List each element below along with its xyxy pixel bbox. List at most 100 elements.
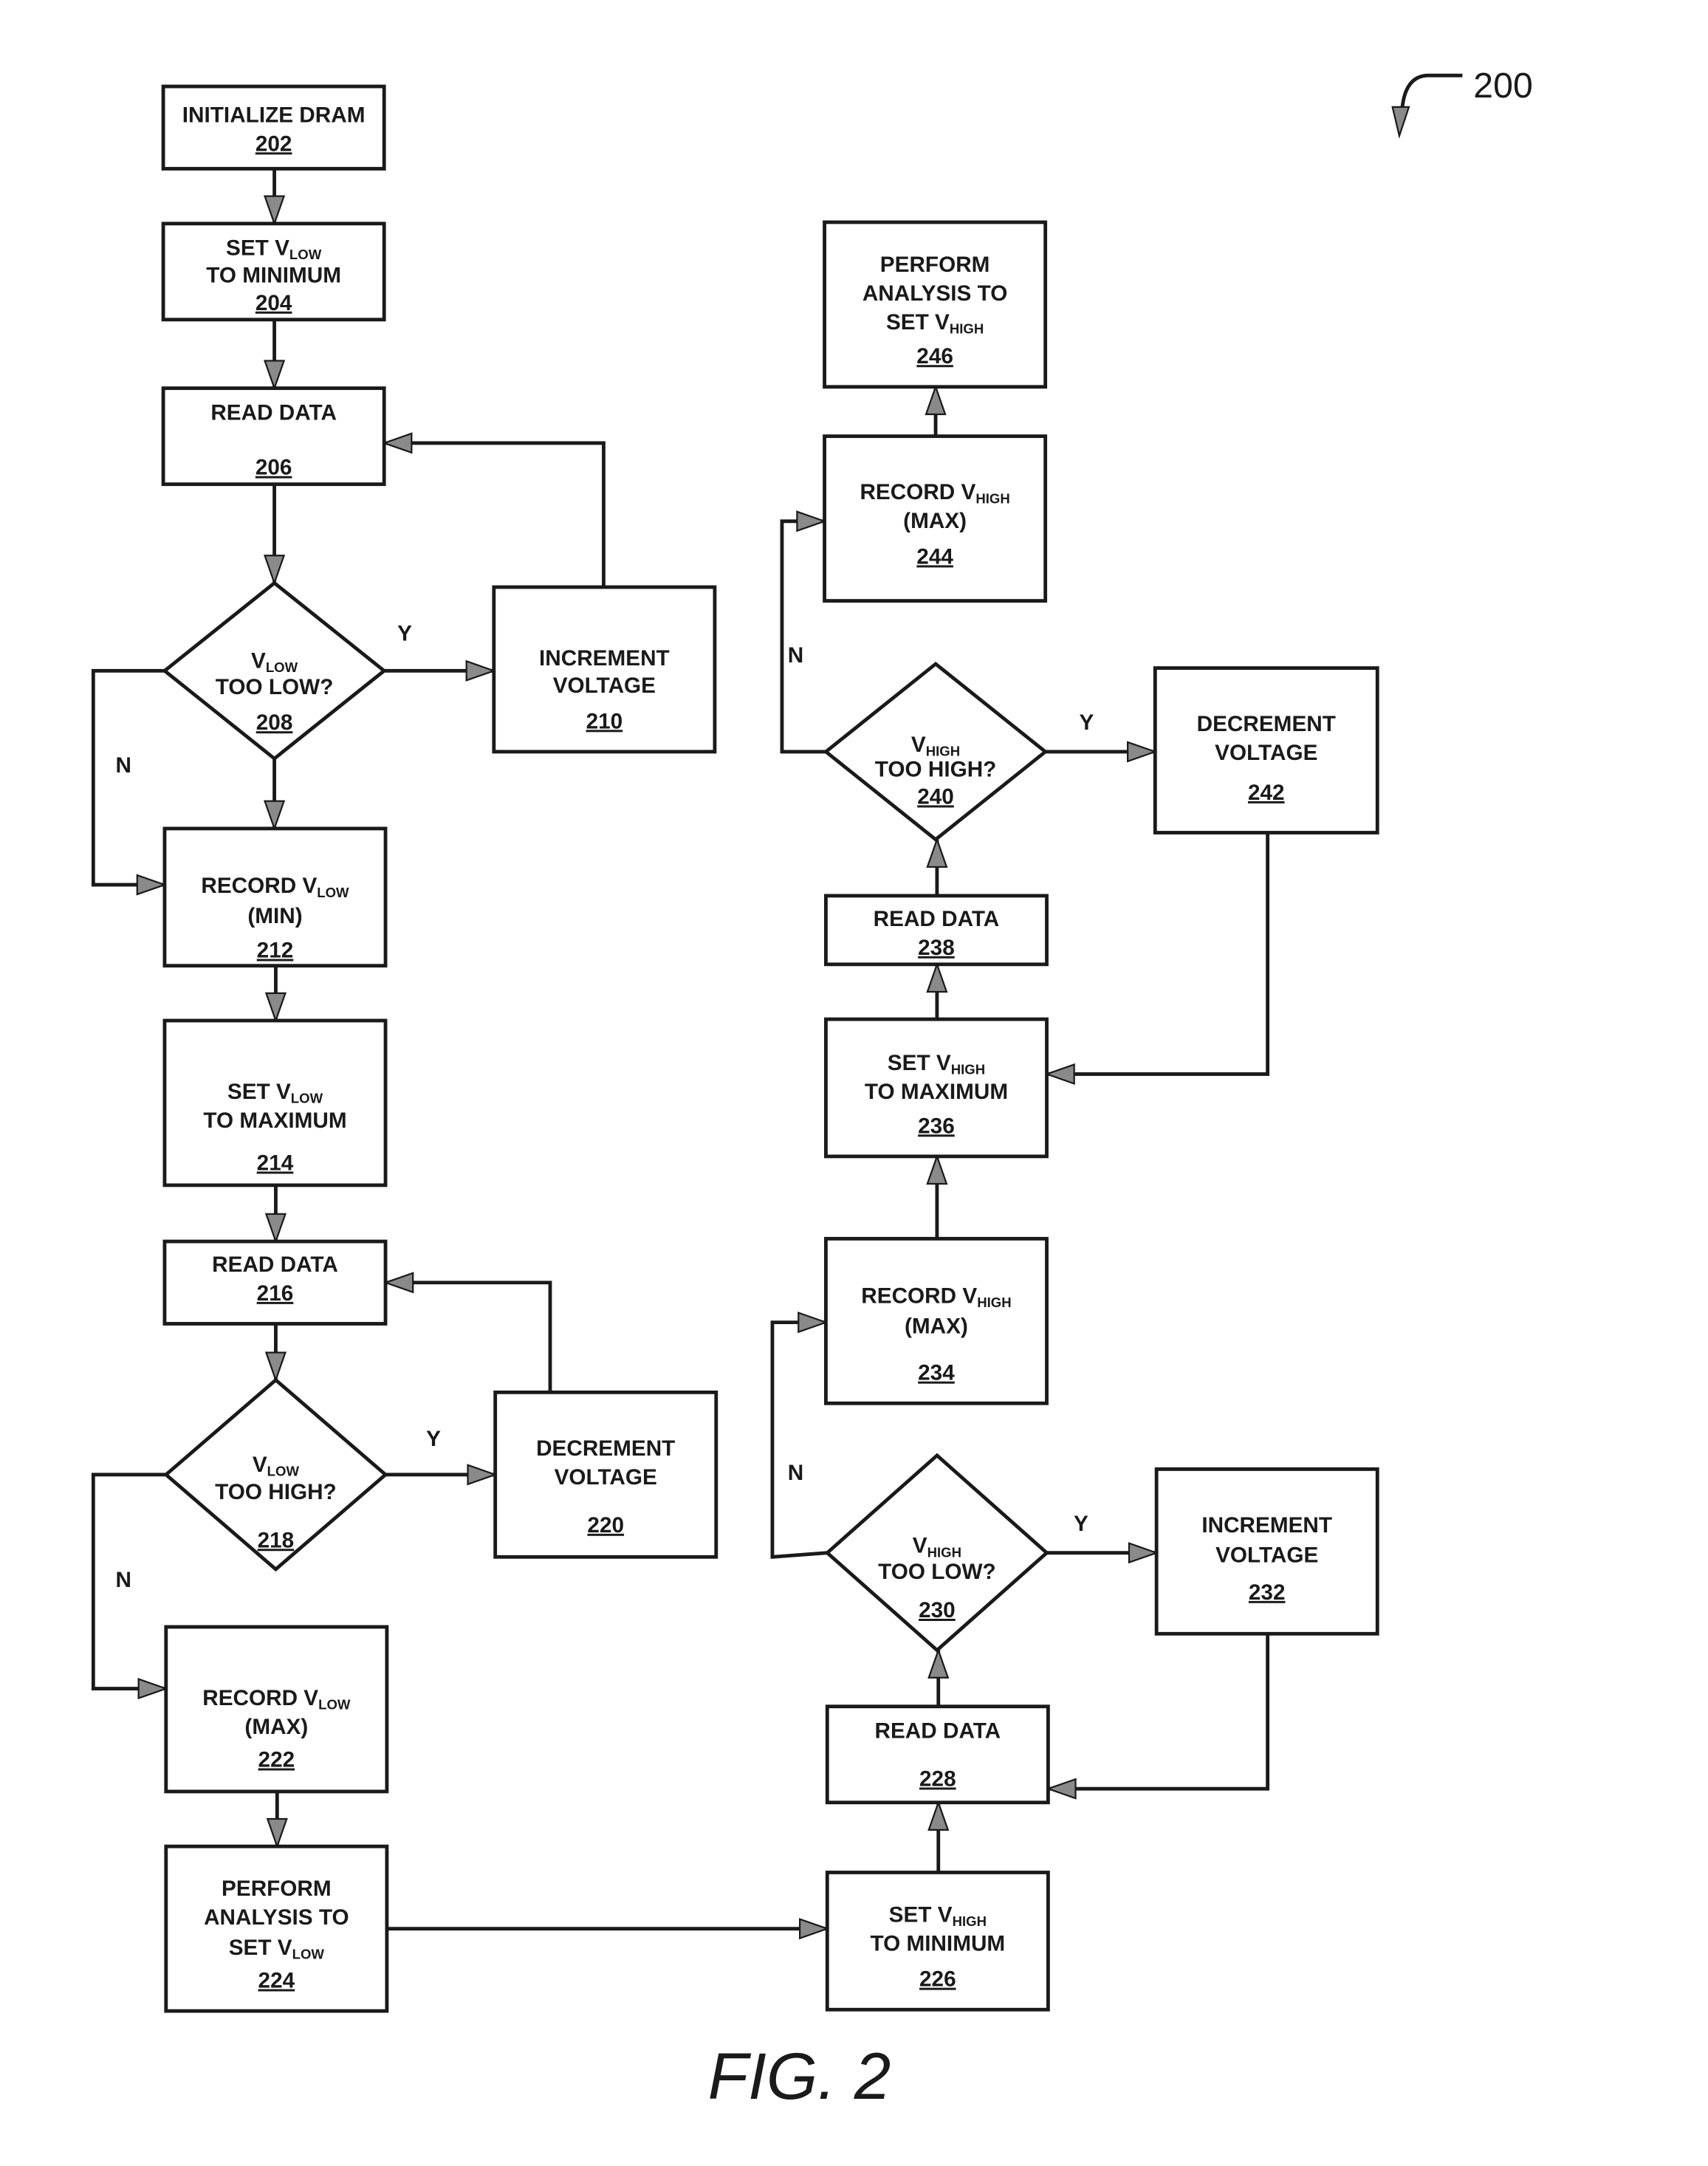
node-label-line: TOO HIGH? bbox=[215, 1480, 337, 1504]
edge-208-to-210 bbox=[384, 659, 497, 682]
figure-reference: 200 bbox=[1391, 66, 1533, 139]
no-branch-label: N bbox=[115, 753, 131, 778]
process-node-234: RECORD VHIGH(MAX)234 bbox=[823, 1236, 1049, 1405]
node-reference-number: 212 bbox=[257, 939, 294, 963]
no-branch-label: N bbox=[788, 643, 803, 668]
node-label-line: TOO LOW? bbox=[216, 675, 334, 699]
node-label-line: VOLTAGE bbox=[555, 1465, 657, 1490]
arrowhead-icon bbox=[136, 874, 168, 896]
decision-node-218: VLOWTOO HIGH?218 bbox=[163, 1377, 388, 1572]
arrowhead-icon bbox=[263, 555, 286, 586]
connector-line bbox=[91, 668, 165, 887]
edge-244-to-246 bbox=[925, 384, 947, 436]
node-reference-number: 240 bbox=[917, 785, 954, 809]
node-reference-number: 216 bbox=[257, 1281, 294, 1306]
process-node-216: READ DATA 216 bbox=[162, 1239, 388, 1326]
connector-line bbox=[1048, 1634, 1270, 1791]
node-reference-number: 232 bbox=[1249, 1580, 1286, 1605]
edge-222-to-224 bbox=[266, 1791, 288, 1849]
edge-242-to-236 bbox=[1044, 832, 1270, 1085]
arrowhead-icon bbox=[264, 992, 287, 1024]
node-label-line: DECREMENT bbox=[1197, 712, 1336, 736]
process-node-226: SET VHIGHTO MINIMUM226 bbox=[825, 1871, 1050, 2012]
edge-240-to-242 bbox=[1045, 741, 1158, 763]
node-label-line: INITIALIZE DRAM bbox=[182, 103, 366, 127]
connector-line bbox=[1046, 832, 1270, 1076]
arrowhead-icon bbox=[796, 510, 827, 532]
node-label-line: ANALYSIS TO bbox=[204, 1905, 349, 1930]
process-node-202: INITIALIZE DRAM 202 bbox=[161, 84, 386, 171]
node-label-line: READ DATA bbox=[874, 907, 1000, 931]
edge-236-to-238 bbox=[926, 962, 948, 1020]
node-reference-number: 234 bbox=[918, 1361, 955, 1385]
node-reference-number: 230 bbox=[919, 1598, 956, 1622]
edge-204-to-206 bbox=[263, 319, 286, 391]
node-label-line: VOLTAGE bbox=[553, 674, 656, 698]
node-label-line: (MAX) bbox=[903, 509, 967, 533]
process-box bbox=[161, 84, 386, 171]
edge-232-to-228 bbox=[1046, 1634, 1270, 1800]
edge-208-to-212 bbox=[263, 758, 286, 832]
node-label-line: INCREMENT bbox=[1201, 1513, 1332, 1538]
node-label-line: ANALYSIS TO bbox=[862, 281, 1008, 306]
edge-230-to-232 bbox=[1046, 1542, 1159, 1564]
arrowhead-icon bbox=[1044, 1063, 1075, 1085]
connector-line bbox=[384, 441, 606, 588]
arrowhead-icon bbox=[927, 1648, 950, 1679]
arrowhead-icon bbox=[263, 800, 286, 832]
edge-230-to-234 bbox=[770, 1312, 829, 1559]
reference-leader-line bbox=[1399, 73, 1463, 121]
connector-line bbox=[385, 1281, 552, 1393]
yes-branch-label: Y bbox=[1074, 1512, 1088, 1536]
node-reference-number: 206 bbox=[255, 456, 292, 480]
yes-branch-label: Y bbox=[426, 1427, 441, 1451]
node-reference-number: 214 bbox=[257, 1151, 294, 1175]
node-reference-number: 246 bbox=[916, 344, 953, 369]
arrowhead-icon bbox=[467, 1464, 498, 1486]
edge-234-to-236 bbox=[926, 1154, 948, 1239]
node-label-line: TO MINIMUM bbox=[206, 264, 341, 288]
node-label-line: READ DATA bbox=[210, 400, 337, 425]
node-label-line: TOO HIGH? bbox=[875, 757, 997, 781]
arrowhead-icon bbox=[798, 1312, 829, 1334]
node-reference-number: 244 bbox=[916, 544, 953, 569]
connector-line bbox=[770, 1320, 828, 1559]
nodes-layer: INITIALIZE DRAM202SET VLOWTO MINIMUM204R… bbox=[161, 84, 1379, 2013]
edge-210-to-206 bbox=[381, 432, 606, 588]
node-reference-number: 210 bbox=[586, 709, 623, 733]
arrowhead-icon bbox=[264, 1351, 287, 1383]
process-node-228: READ DATA 228 bbox=[825, 1704, 1050, 1805]
decision-node-208: VLOWTOO LOW?208 bbox=[162, 580, 388, 761]
no-branch-label: N bbox=[115, 1568, 131, 1592]
arrowhead-icon bbox=[381, 432, 413, 454]
process-node-238: READ DATA 238 bbox=[823, 894, 1049, 967]
node-reference-number: 224 bbox=[258, 1969, 295, 1993]
node-label-line: (MIN) bbox=[247, 904, 302, 928]
arrowhead-icon bbox=[925, 384, 947, 416]
edge-220-to-216 bbox=[383, 1272, 552, 1393]
node-reference-number: 228 bbox=[919, 1766, 956, 1791]
process-node-242: DECREMENT VOLTAGE 242 bbox=[1153, 666, 1379, 834]
decision-node-240: VHIGHTOO HIGH?240 bbox=[823, 661, 1049, 842]
node-label-line: READ DATA bbox=[212, 1252, 338, 1277]
node-label-line: TOO LOW? bbox=[878, 1560, 996, 1584]
edge-212-to-214 bbox=[264, 965, 287, 1024]
figure-reference-number: 200 bbox=[1473, 66, 1533, 106]
node-label-line: (MAX) bbox=[905, 1314, 968, 1338]
process-node-224: PERFORMANALYSIS TOSET VLOW224 bbox=[164, 1844, 389, 2013]
node-reference-number: 236 bbox=[918, 1114, 955, 1138]
node-label-line: TO MINIMUM bbox=[870, 1931, 1005, 1956]
edge-238-to-240 bbox=[926, 837, 948, 896]
process-node-236: SET VHIGHTO MAXIMUM236 bbox=[823, 1017, 1049, 1159]
arrowhead-icon bbox=[926, 962, 948, 993]
process-node-206: READ DATA 206 bbox=[161, 386, 386, 487]
node-label-line: VOLTAGE bbox=[1215, 741, 1317, 765]
node-label-line: PERFORM bbox=[222, 1877, 332, 1901]
node-label-line: INCREMENT bbox=[539, 646, 670, 671]
node-label-line: PERFORM bbox=[880, 253, 990, 277]
edge-202-to-204 bbox=[263, 168, 286, 227]
process-node-220: DECREMENT VOLTAGE 220 bbox=[493, 1390, 718, 1559]
process-node-246: PERFORMANALYSIS TOSET VHIGH246 bbox=[823, 220, 1048, 389]
arrowhead-icon bbox=[926, 837, 948, 868]
arrowhead-icon bbox=[264, 1213, 287, 1244]
